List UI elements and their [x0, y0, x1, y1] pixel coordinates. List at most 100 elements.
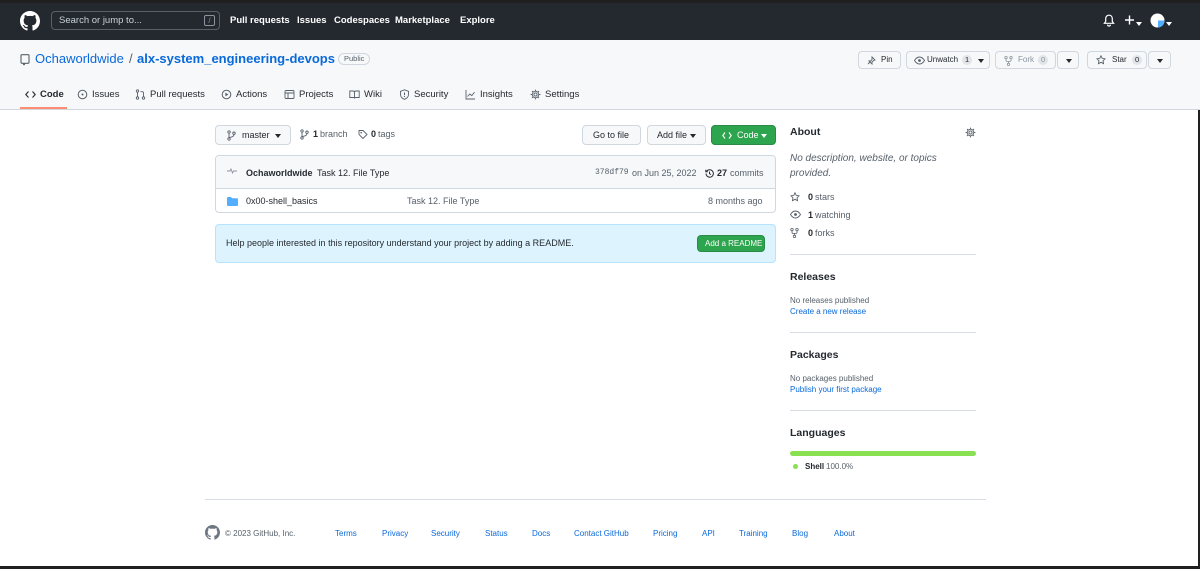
- branch-icon: [227, 130, 236, 141]
- bell-icon[interactable]: [1103, 14, 1115, 27]
- nav-pull-requests[interactable]: Pull requests: [230, 15, 290, 26]
- gear-icon: [530, 89, 541, 100]
- language-color-dot: [793, 464, 798, 469]
- footer-link-pricing[interactable]: Pricing: [653, 529, 677, 538]
- branch-name: master: [242, 130, 270, 140]
- star-list-dropdown-button[interactable]: [1148, 51, 1171, 69]
- language-bar: [790, 451, 976, 456]
- commit-count-word: commits: [730, 168, 764, 178]
- nav-marketplace[interactable]: Marketplace: [395, 15, 450, 26]
- pin-icon: [867, 56, 876, 65]
- copyright: © 2023 GitHub, Inc.: [225, 529, 296, 538]
- latest-commit-row: Ochaworldwide Task 12. File Type 378df79…: [216, 156, 775, 189]
- language-percent: 100.0%: [826, 462, 854, 471]
- forks-count: 0: [808, 228, 814, 238]
- about-settings-gear-icon[interactable]: [965, 127, 976, 138]
- add-file-button[interactable]: Add file: [647, 125, 706, 145]
- fork-dropdown-button[interactable]: [1057, 51, 1079, 69]
- pull-request-icon: [135, 89, 146, 100]
- star-label: Star: [1112, 55, 1127, 64]
- code-icon: [25, 91, 36, 98]
- star-button[interactable]: Star 0: [1087, 51, 1147, 69]
- repo-name-link[interactable]: alx-system_engineering-devops: [137, 51, 335, 66]
- tab-projects-label: Projects: [299, 89, 334, 100]
- tab-wiki-label: Wiki: [364, 89, 382, 100]
- code-dropdown-button[interactable]: Code: [711, 125, 776, 145]
- star-count: 0: [1132, 55, 1143, 65]
- readme-banner-text: Help people interested in this repositor…: [226, 238, 574, 248]
- commit-author-avatar[interactable]: [226, 167, 238, 175]
- add-file-caret-icon: [690, 134, 696, 138]
- github-logo-icon[interactable]: [20, 11, 40, 31]
- footer-link-terms[interactable]: Terms: [335, 529, 357, 538]
- repo-path-separator: /: [129, 51, 133, 66]
- footer-link-security[interactable]: Security: [431, 529, 460, 538]
- pin-button[interactable]: Pin: [858, 51, 901, 69]
- table-icon: [284, 90, 295, 99]
- search-input[interactable]: Search or jump to... /: [51, 11, 220, 30]
- visibility-badge: Public: [338, 53, 371, 65]
- plus-icon[interactable]: [1124, 14, 1135, 26]
- fork-button[interactable]: Fork 0: [995, 51, 1056, 69]
- graph-icon: [465, 90, 475, 100]
- publish-package-link[interactable]: Publish your first package: [790, 385, 882, 394]
- plus-dropdown-caret-icon[interactable]: [1136, 22, 1142, 26]
- fork-caret-icon: [1066, 59, 1072, 63]
- branch-count-icon: [300, 129, 309, 140]
- packages-heading[interactable]: Packages: [790, 349, 838, 361]
- tag-word: tags: [378, 129, 396, 139]
- footer-link-privacy[interactable]: Privacy: [382, 529, 408, 538]
- code-caret-icon: [761, 134, 767, 138]
- shield-icon: [400, 89, 409, 100]
- tab-security-label: Security: [414, 89, 449, 100]
- sidebar-divider: [790, 332, 976, 333]
- tab-pull-requests-label: Pull requests: [150, 89, 205, 100]
- nav-codespaces[interactable]: Codespaces: [334, 15, 390, 26]
- star-icon: [1096, 55, 1106, 65]
- repo-header: Ochaworldwide / alx-system_engineering-d…: [0, 40, 1200, 110]
- branch-select-button[interactable]: master: [215, 125, 291, 145]
- nav-issues[interactable]: Issues: [297, 15, 327, 26]
- releases-heading[interactable]: Releases: [790, 271, 836, 283]
- create-release-link[interactable]: Create a new release: [790, 307, 866, 316]
- packages-empty-text: No packages published: [790, 374, 874, 383]
- nav-explore[interactable]: Explore: [460, 15, 495, 26]
- tab-issues-label: Issues: [92, 89, 120, 100]
- footer-link-api[interactable]: API: [702, 529, 715, 538]
- repo-owner-link[interactable]: Ochaworldwide: [35, 51, 124, 66]
- footer-link-contact-github[interactable]: Contact GitHub: [574, 529, 629, 538]
- pin-label: Pin: [881, 55, 893, 64]
- language-name: Shell: [805, 462, 825, 471]
- watch-count: 1: [962, 55, 973, 65]
- footer-link-training[interactable]: Training: [739, 529, 768, 538]
- repo-icon: [20, 54, 30, 66]
- readme-banner: Help people interested in this repositor…: [215, 224, 776, 263]
- unwatch-button[interactable]: Unwatch 1: [906, 51, 990, 69]
- add-readme-button[interactable]: Add a README: [697, 235, 765, 252]
- code-dropdown-label: Code: [737, 130, 759, 140]
- footer-link-status[interactable]: Status: [485, 529, 508, 538]
- go-to-file-button[interactable]: Go to file: [582, 125, 641, 145]
- add-readme-label: Add a README: [705, 239, 763, 248]
- footer-link-about[interactable]: About: [834, 529, 855, 538]
- slash-shortcut-hint: /: [204, 15, 215, 26]
- watching-count: 1: [808, 210, 814, 220]
- file-commit-message[interactable]: Task 12. File Type: [407, 196, 479, 206]
- avatar-dropdown-caret-icon[interactable]: [1166, 22, 1172, 26]
- commit-message[interactable]: Task 12. File Type: [317, 168, 389, 178]
- tab-insights-label: Insights: [480, 89, 513, 100]
- add-file-label: Add file: [657, 130, 688, 140]
- avatar[interactable]: [1150, 13, 1165, 28]
- commit-date: on Jun 25, 2022: [632, 168, 697, 178]
- book-icon: [349, 90, 360, 99]
- fork-count: 0: [1038, 55, 1049, 65]
- github-footer-logo-icon[interactable]: [205, 525, 220, 540]
- tab-settings-label: Settings: [545, 89, 580, 100]
- file-name[interactable]: 0x00-shell_basics: [246, 196, 318, 206]
- footer-link-blog[interactable]: Blog: [792, 529, 808, 538]
- commit-sha[interactable]: 378df79: [595, 168, 629, 177]
- footer-link-docs[interactable]: Docs: [532, 529, 550, 538]
- commit-author[interactable]: Ochaworldwide: [246, 168, 313, 178]
- stars-count: 0: [808, 192, 814, 202]
- file-row[interactable]: 0x00-shell_basics Task 12. File Type 8 m…: [216, 189, 775, 212]
